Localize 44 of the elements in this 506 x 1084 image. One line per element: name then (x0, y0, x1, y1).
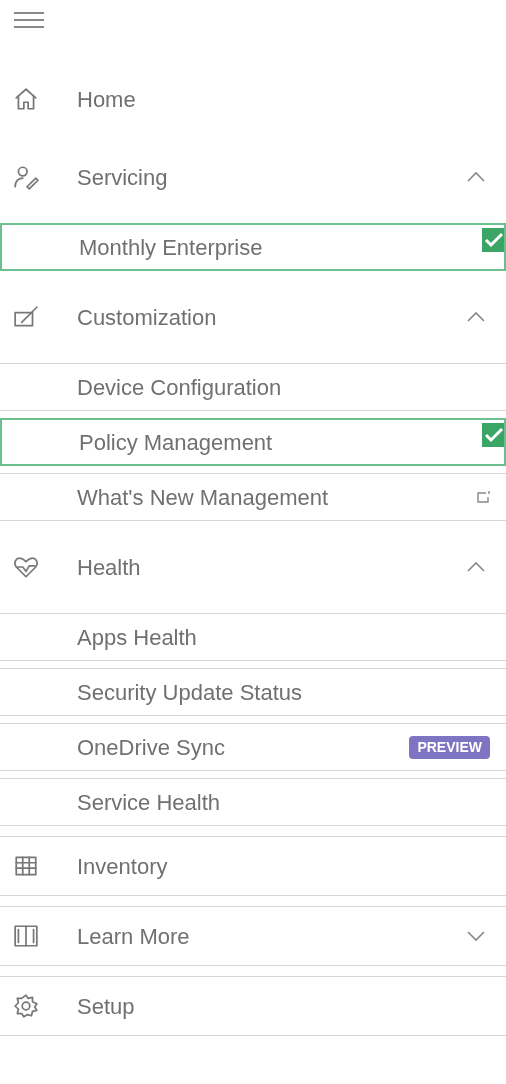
nav-sub-item[interactable]: Security Update Status (0, 668, 506, 716)
nav-label: Home (77, 85, 137, 114)
nav-item[interactable]: Home (0, 60, 506, 138)
nav-label: Customization (77, 303, 218, 332)
home-icon (13, 86, 39, 112)
nav-label: Monthly Enterprise (79, 233, 264, 262)
nav-label: Servicing (77, 163, 169, 192)
nav-label: Health (77, 553, 142, 582)
heart-pulse-icon (13, 554, 39, 580)
nav-sub-item[interactable]: Apps Health (0, 613, 506, 661)
nav-item[interactable]: Setup (0, 976, 506, 1036)
chevron-up-icon (466, 171, 486, 183)
nav-item[interactable]: Servicing (0, 138, 506, 216)
book-icon (13, 923, 39, 949)
nav-label: Security Update Status (77, 678, 303, 707)
menu-icon[interactable] (12, 10, 46, 30)
external-window-icon (476, 490, 492, 504)
nav-item[interactable]: Health (0, 528, 506, 606)
nav-sub-item[interactable]: What's New Management (0, 473, 506, 521)
pen-on-board-icon (13, 304, 39, 330)
person-edit-icon (13, 164, 39, 190)
nav-sub-item[interactable]: Service Health (0, 778, 506, 826)
chevron-up-icon (466, 311, 486, 323)
nav-item[interactable]: Customization (0, 278, 506, 356)
nav-sub-item[interactable]: OneDrive Sync PREVIEW (0, 723, 506, 771)
nav-item[interactable]: Inventory (0, 836, 506, 896)
nav-label: Setup (77, 992, 136, 1021)
nav-label: Policy Management (79, 428, 274, 457)
grid-icon (13, 853, 39, 879)
nav-label: OneDrive Sync (77, 733, 226, 762)
nav-label: Service Health (77, 788, 222, 817)
nav-label: What's New Management (77, 483, 330, 512)
nav-label: Inventory (77, 852, 169, 881)
nav-sub-item[interactable]: Device Configuration (0, 363, 506, 411)
chevron-down-icon (466, 930, 486, 942)
nav-label: Apps Health (77, 623, 198, 652)
gear-icon (13, 993, 39, 1019)
nav-label: Device Configuration (77, 373, 283, 402)
preview-badge: PREVIEW (409, 735, 490, 759)
nav-label: Learn More (77, 922, 191, 951)
nav-sub-item[interactable]: Policy Management (0, 418, 506, 466)
nav-sub-item[interactable]: Monthly Enterprise (0, 223, 506, 271)
nav-item[interactable]: Learn More (0, 906, 506, 966)
chevron-up-icon (466, 561, 486, 573)
